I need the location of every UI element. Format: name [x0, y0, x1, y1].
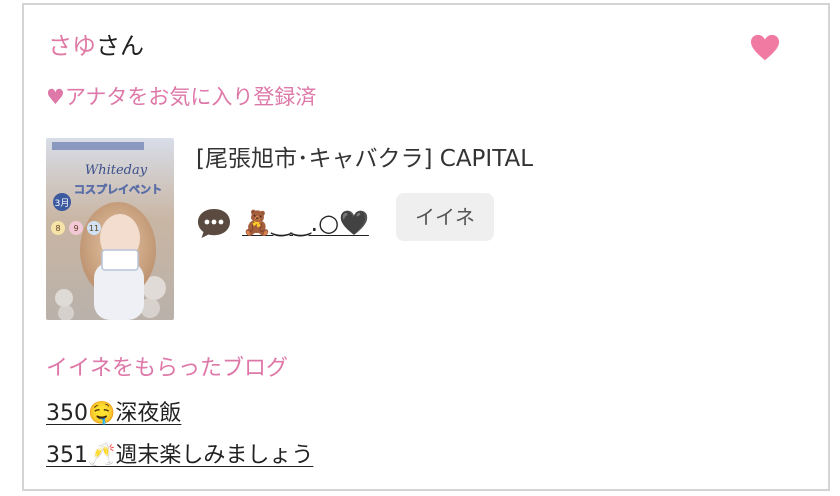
user-honorific: さん [96, 32, 144, 60]
profile-row: 🧸‿‿.○🖤 [196, 201, 369, 245]
thumbnail-date: 8 [55, 224, 60, 233]
thumbnail-headline: Whiteday [85, 163, 148, 178]
thumbnail-date: 11 [89, 224, 99, 233]
profile-name-link[interactable]: 🧸‿‿.○🖤 [242, 208, 369, 238]
shop-label: [尾張旭市･キャバクラ] CAPITAL [196, 146, 534, 172]
thumbnail-subhead: コスプレイベント [74, 182, 162, 196]
liked-blogs-heading: イイネをもらったブログ [46, 356, 289, 381]
blog-link[interactable]: 350🤤深夜飯 [46, 399, 181, 429]
profile-thumbnail[interactable]: Whiteday コスプレイベント 3月 8 9 11 [46, 138, 174, 320]
thumbnail-badge: 3月 [55, 198, 70, 209]
heart-icon[interactable] [750, 33, 780, 63]
iine-button[interactable]: イイネ [396, 193, 494, 241]
thumbnail-date: 9 [73, 224, 78, 233]
activity-card: さゆさん ♥アナタをお気に入り登録済 Whiteday コスプレイベント 3月 … [22, 3, 830, 491]
favorite-status: ♥アナタをお気に入り登録済 [46, 85, 317, 109]
user-name[interactable]: さゆ [48, 32, 96, 60]
blog-link[interactable]: 351🥂週末楽しみましょう [46, 441, 313, 471]
user-name-row: さゆさん [48, 31, 144, 61]
speech-bubble-icon[interactable] [196, 206, 232, 240]
